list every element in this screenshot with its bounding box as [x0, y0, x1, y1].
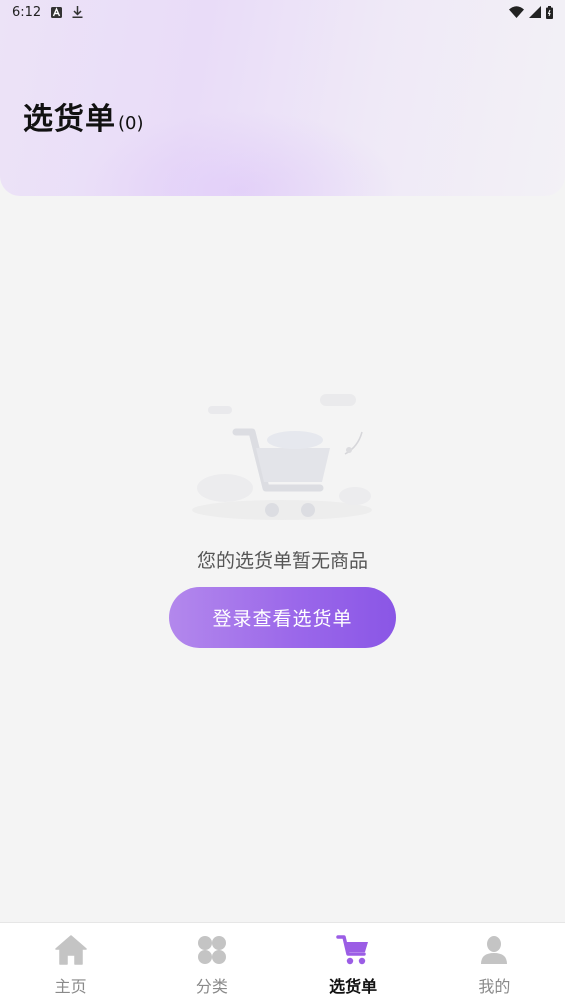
battery-icon — [546, 5, 553, 19]
home-icon — [54, 933, 88, 967]
status-bar: 6:12 — [0, 0, 565, 24]
category-icon — [195, 933, 229, 967]
page-title: 选货单 — [23, 102, 116, 137]
wifi-icon — [509, 6, 524, 18]
cart-icon — [336, 933, 370, 967]
status-time: 6:12 — [12, 4, 42, 20]
bottom-tab-bar: 主页 分类 选货单 我的 — [0, 922, 565, 1004]
tab-selection-list[interactable]: 选货单 — [283, 923, 424, 1004]
tab-profile-label: 我的 — [478, 977, 511, 996]
item-count: (0) — [118, 113, 144, 134]
tab-home[interactable]: 主页 — [0, 923, 141, 1004]
tab-category[interactable]: 分类 — [141, 923, 282, 1004]
download-icon — [72, 6, 83, 18]
tab-selection-list-label: 选货单 — [329, 977, 378, 996]
page-title-row: 选货单 (0) — [23, 94, 144, 138]
empty-cart-illustration — [190, 392, 375, 522]
empty-message: 您的选货单暂无商品 — [196, 550, 368, 572]
signal-icon — [529, 6, 541, 18]
tab-category-label: 分类 — [195, 977, 228, 996]
notification-a-icon — [51, 6, 63, 18]
tab-profile[interactable]: 我的 — [424, 923, 565, 1004]
tab-home-label: 主页 — [54, 977, 87, 996]
login-to-view-button[interactable]: 登录查看选货单 — [169, 587, 396, 648]
profile-icon — [477, 933, 511, 967]
